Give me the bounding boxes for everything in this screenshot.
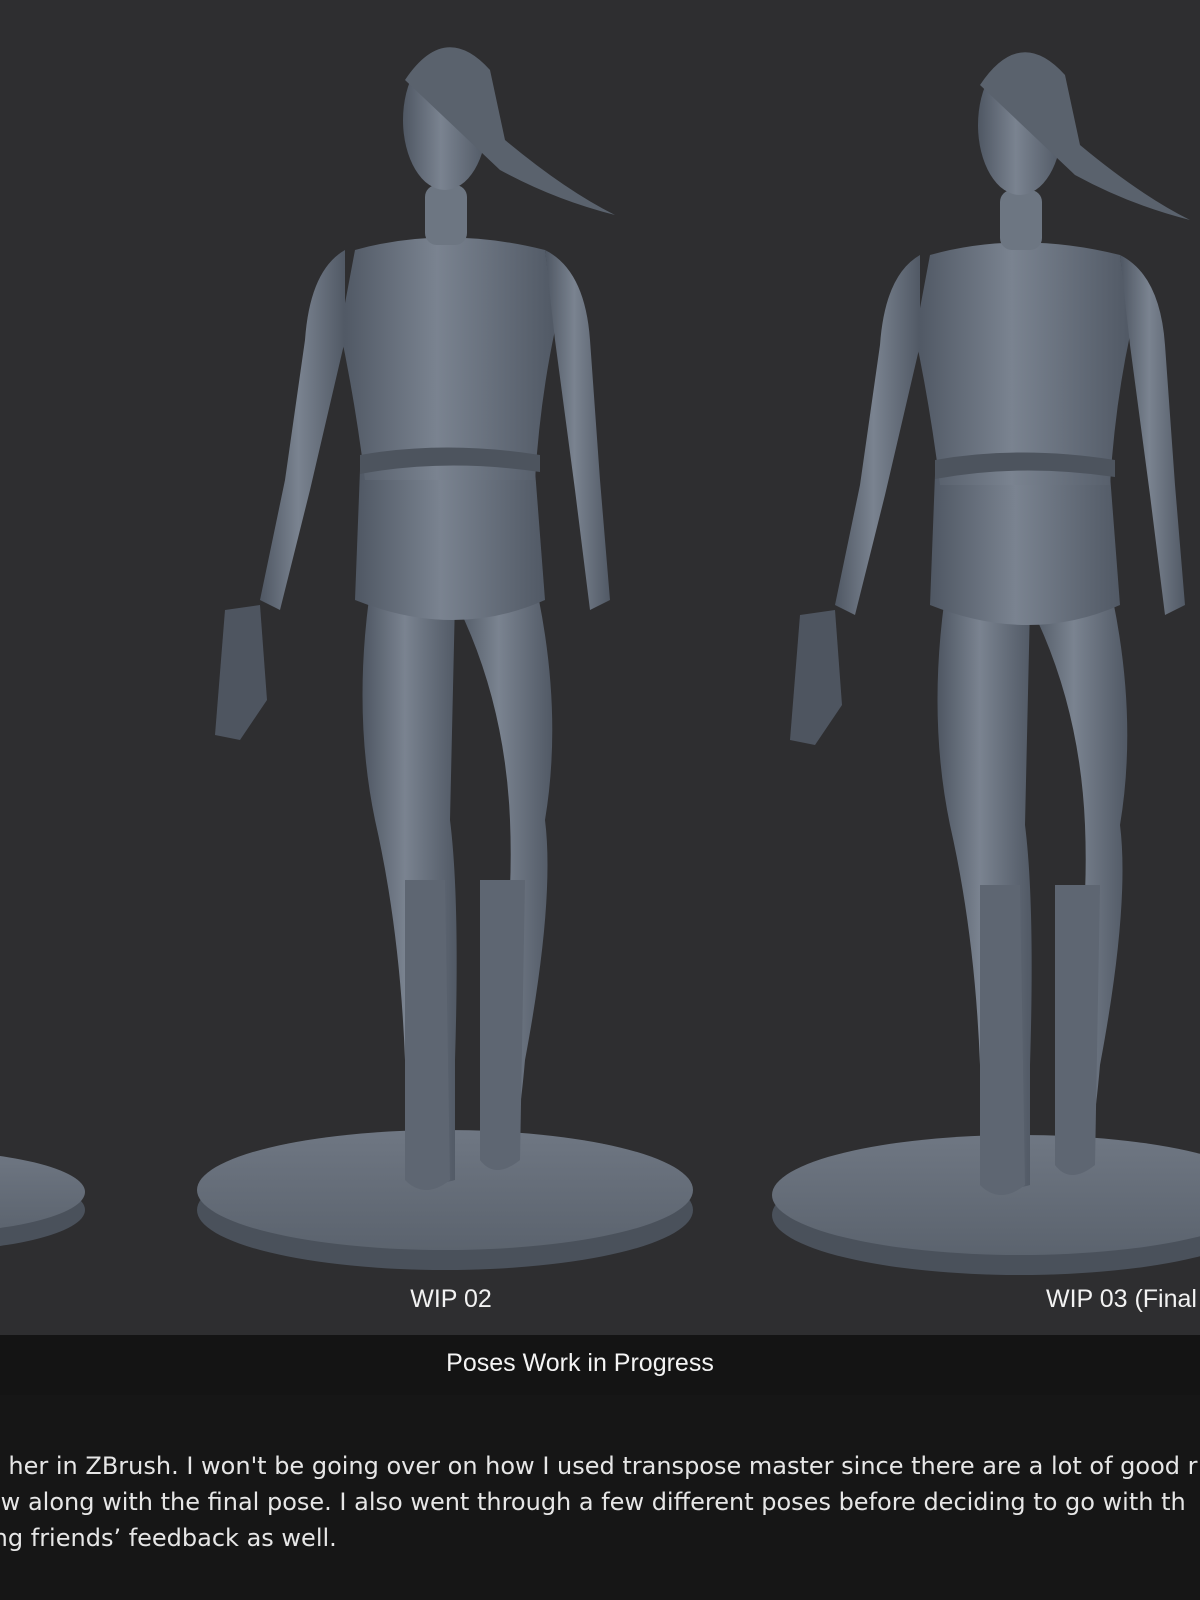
paragraph-line: ing friends’ feedback as well.: [0, 1524, 337, 1552]
figure-wip-03: [772, 52, 1200, 1276]
image-caption: Poses Work in Progress: [446, 1349, 714, 1377]
figure-wip-02: [197, 47, 693, 1271]
figure-left-cropped: [0, 1155, 85, 1247]
wip-02-label: WIP 02: [410, 1285, 492, 1313]
article-paragraph: e her in ZBrush. I won't be going over o…: [0, 1448, 1200, 1556]
image-caption-bar: Poses Work in Progress: [0, 1335, 1200, 1395]
sculpt-render-image: WIP 02 WIP 03 (Final: [0, 0, 1200, 1335]
paragraph-line: ow along with the final pose. I also wen…: [0, 1488, 1186, 1516]
article-page: WIP 02 WIP 03 (Final Poses Work in Progr…: [0, 0, 1200, 1600]
paragraph-line: e her in ZBrush. I won't be going over o…: [0, 1452, 1198, 1480]
sculpt-figures-illustration: [0, 47, 1200, 1276]
wip-03-label: WIP 03 (Final: [1046, 1285, 1197, 1313]
